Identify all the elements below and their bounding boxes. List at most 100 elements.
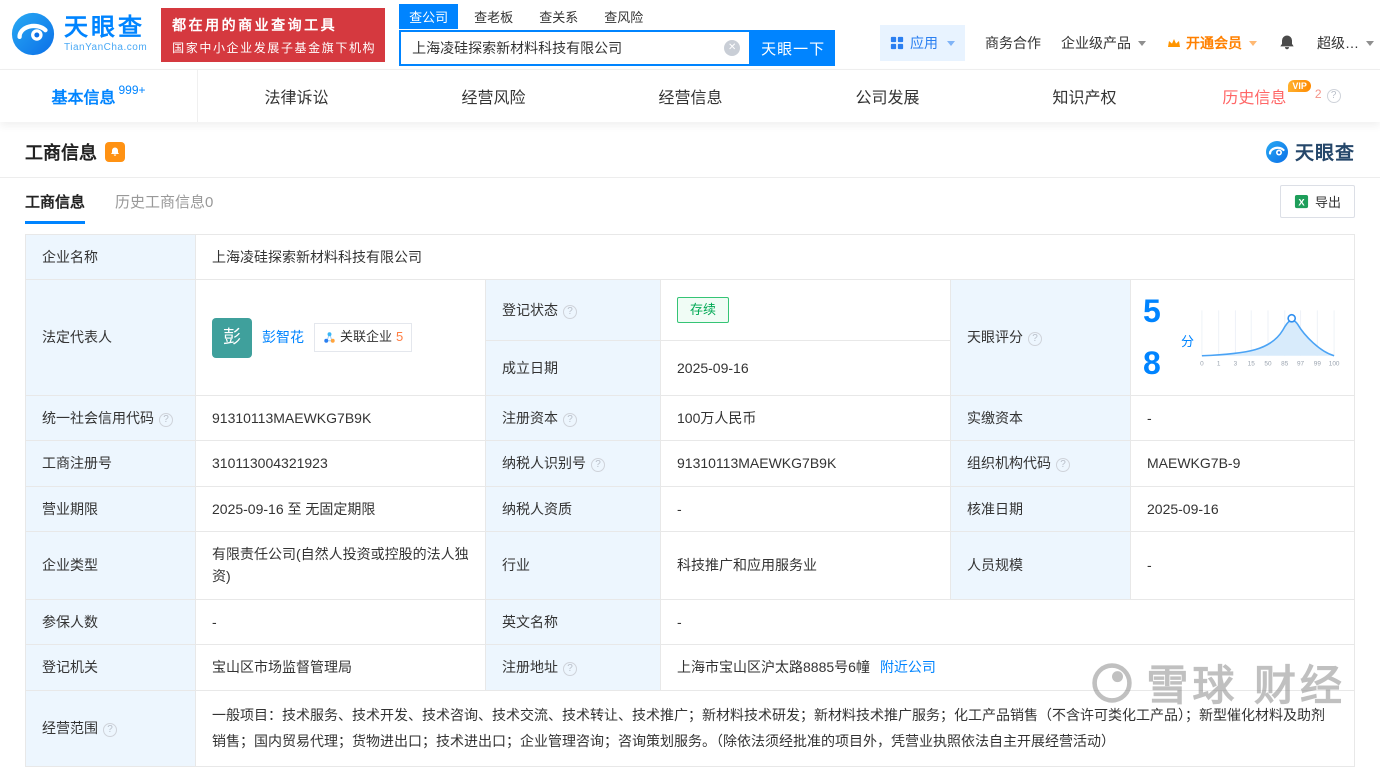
search-tab-company[interactable]: 查公司 — [399, 3, 459, 29]
tab-legal-proceedings[interactable]: 法律诉讼 — [198, 70, 395, 122]
field-value-approval-date: 2025-09-16 — [1130, 485, 1355, 532]
svg-text:3: 3 — [1234, 360, 1238, 367]
tab-operation-info[interactable]: 经营信息 — [592, 70, 789, 122]
help-icon[interactable]: ? — [563, 304, 577, 319]
field-value-paid-capital: - — [1130, 394, 1355, 442]
subtab-business-info[interactable]: 工商信息 — [25, 191, 86, 224]
search-tabs: 查公司 查老板 查关系 查风险 — [399, 3, 835, 29]
field-value-reg-status: 存续 — [660, 279, 951, 341]
clear-search-icon[interactable]: ✕ — [724, 40, 741, 56]
field-label-business-scope: 经营范围? — [25, 689, 196, 767]
field-label-org-code: 组织机构代码? — [950, 440, 1131, 487]
field-label-industry: 行业 — [485, 530, 661, 600]
search-box: ✕ — [399, 30, 752, 66]
apps-menu-button[interactable]: 应用 — [880, 25, 965, 61]
field-label-reg-status: 登记状态? — [485, 279, 661, 341]
search-tab-boss[interactable]: 查老板 — [464, 4, 523, 29]
related-graph-icon — [324, 332, 335, 343]
help-icon[interactable]: ? — [563, 662, 577, 677]
promo-banner: 都在用的商业查询工具 国家中小企业发展子基金旗下机构 — [161, 8, 386, 62]
field-value-staff-size: - — [1130, 530, 1355, 600]
table-row: 经营范围? 一般项目：技术服务、技术开发、技术咨询、技术交流、技术转让、技术推广… — [25, 689, 1355, 767]
menu-item-super-vip[interactable]: 超级… — [1317, 33, 1374, 53]
score-curve-chart: 0 1 3 15 50 85 97 99 100 — [1200, 309, 1340, 367]
tianyancha-logo-icon — [1265, 140, 1288, 163]
subtab-history-business-info[interactable]: 历史工商信息0 — [115, 191, 213, 224]
help-icon[interactable]: ? — [591, 458, 605, 473]
field-value-taxpayer-id: 91310113MAEWKG7B9K — [660, 440, 951, 487]
help-icon[interactable]: ? — [1028, 332, 1042, 347]
table-row: 统一社会信用代码? 91310113MAEWKG7B9K 注册资本? 100万人… — [25, 394, 1355, 442]
tianyancha-logo-icon — [11, 12, 55, 56]
help-icon[interactable]: ? — [1056, 458, 1070, 473]
tab-history-info[interactable]: 历史信息 VIP 2 ? — [1183, 70, 1380, 122]
svg-text:1: 1 — [1217, 360, 1221, 367]
top-menu: 应用 商务合作 企业级产品 开通会员 超级… — [880, 25, 1374, 61]
field-value-company-name: 上海凌硅探索新材料科技有限公司 — [195, 233, 1355, 281]
menu-item-enterprise-products[interactable]: 企业级产品 — [1061, 33, 1146, 53]
field-label-registration-authority: 登记机关 — [25, 644, 196, 691]
field-label-reg-number: 工商注册号 — [25, 440, 196, 487]
field-value-industry: 科技推广和应用服务业 — [660, 530, 951, 600]
search-button[interactable]: 天眼一下 — [751, 30, 836, 66]
svg-text:0: 0 — [1200, 360, 1204, 367]
banner-line1: 都在用的商业查询工具 — [172, 16, 338, 33]
help-icon[interactable]: ? — [563, 412, 577, 427]
chevron-down-icon — [1249, 40, 1257, 46]
logo-domain: TianYanCha.com — [64, 41, 148, 53]
help-icon[interactable]: ? — [1326, 89, 1341, 103]
field-value-company-type: 有限责任公司(自然人投资或控股的法人独资) — [195, 530, 486, 600]
menu-item-cooperation[interactable]: 商务合作 — [985, 33, 1041, 53]
tab-basic-info[interactable]: 基本信息 999+ — [0, 70, 198, 122]
section-title: 工商信息 — [25, 142, 97, 163]
search-tab-risk[interactable]: 查风险 — [594, 4, 653, 29]
table-row: 参保人数 - 英文名称 - — [25, 598, 1355, 646]
field-value-legal-rep: 彭 彭智花 关联企业 5 — [195, 279, 486, 396]
field-label-legal-rep: 法定代表人 — [25, 279, 196, 396]
chevron-down-icon — [1366, 40, 1374, 46]
tab-company-development[interactable]: 公司发展 — [789, 70, 986, 122]
field-value-insured-count: - — [195, 598, 486, 646]
crown-icon — [1168, 39, 1180, 47]
tianyancha-logo[interactable]: 天眼查 TianYanCha.com — [10, 11, 147, 57]
nearby-companies-link[interactable]: 附近公司 — [880, 659, 936, 675]
menu-item-vip[interactable]: 开通会员 — [1166, 33, 1257, 53]
field-label-score: 天眼评分? — [950, 279, 1131, 396]
subtabs-row: 工商信息 历史工商信息0 X 导出 — [0, 178, 1380, 224]
company-detail-tabs: 基本信息 999+ 法律诉讼 经营风险 经营信息 公司发展 知识产权 历史信息 … — [0, 70, 1380, 122]
svg-text:100: 100 — [1329, 360, 1340, 367]
field-value-score: 58 分 0 1 3 15 50 85 97 99 100 — [1130, 279, 1355, 396]
field-label-staff-size: 人员规模 — [950, 530, 1131, 600]
tab-operation-risk[interactable]: 经营风险 — [395, 70, 592, 122]
field-label-company-type: 企业类型 — [25, 530, 196, 600]
table-row: 企业名称 上海凌硅探索新材料科技有限公司 — [25, 233, 1355, 281]
field-label-taxpayer-id: 纳税人识别号? — [485, 440, 661, 487]
export-button[interactable]: X 导出 — [1279, 185, 1355, 218]
field-value-business-scope: 一般项目：技术服务、技术开发、技术咨询、技术交流、技术转让、技术推广；新材料技术… — [195, 689, 1355, 767]
search-input[interactable] — [410, 39, 725, 57]
field-label-business-term: 营业期限 — [25, 485, 196, 532]
table-row: 法定代表人 彭 彭智花 关联企业 5 登记状态? 存续 天眼评分? 58 分 0… — [25, 279, 1355, 396]
notifications-bell-icon[interactable] — [1277, 33, 1297, 53]
legal-rep-avatar[interactable]: 彭 — [212, 317, 252, 358]
table-row: 企业类型 有限责任公司(自然人投资或控股的法人独资) 行业 科技推广和应用服务业… — [25, 530, 1355, 600]
score-unit: 分 — [1180, 334, 1194, 350]
subscribe-bell-icon[interactable] — [105, 141, 125, 162]
field-value-registered-address: 上海市宝山区沪太路8885号6幢 附近公司 — [660, 644, 1355, 691]
svg-text:X: X — [1298, 197, 1305, 207]
field-value-credit-code: 91310113MAEWKG7B9K — [195, 394, 486, 442]
tab-intellectual-property[interactable]: 知识产权 — [986, 70, 1183, 122]
related-companies-tag[interactable]: 关联企业 5 — [314, 323, 413, 352]
field-value-reg-capital: 100万人民币 — [660, 394, 951, 442]
search-tab-relation[interactable]: 查关系 — [529, 4, 588, 29]
banner-line2: 国家中小企业发展子基金旗下机构 — [172, 40, 377, 55]
field-label-establish-date: 成立日期 — [485, 339, 661, 396]
field-value-establish-date: 2025-09-16 — [660, 339, 951, 396]
tab-count-badge: 999+ — [118, 83, 146, 97]
help-icon[interactable]: ? — [159, 412, 173, 427]
legal-rep-name-link[interactable]: 彭智花 — [262, 326, 304, 348]
field-label-insured-count: 参保人数 — [25, 598, 196, 646]
table-row: 营业期限 2025-09-16 至 无固定期限 纳税人资质 - 核准日期 202… — [25, 485, 1355, 532]
field-label-company-name: 企业名称 — [25, 233, 196, 281]
help-icon[interactable]: ? — [103, 722, 117, 737]
